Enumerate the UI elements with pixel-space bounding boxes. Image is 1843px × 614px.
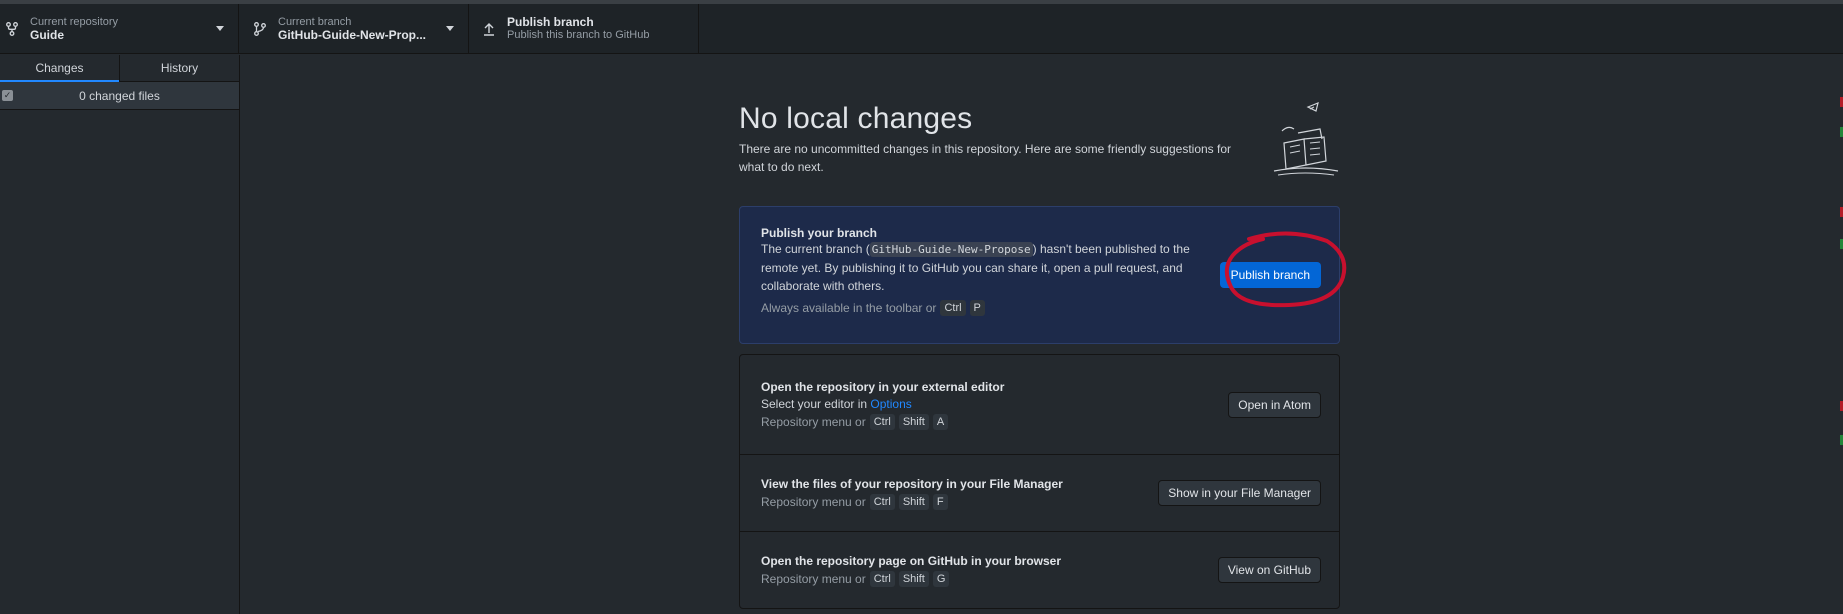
blank-slate: No local changes There are no uncommitte… <box>739 55 1347 609</box>
github-browser-row: Open the repository page on GitHub in yo… <box>740 532 1339 608</box>
tab-history[interactable]: History <box>120 55 239 81</box>
open-in-atom-button[interactable]: Open in Atom <box>1228 391 1321 418</box>
branch-code: GitHub-Guide-New-Propose <box>869 242 1033 257</box>
kbd-ctrl: Ctrl <box>940 300 966 316</box>
tab-changes[interactable]: Changes <box>0 55 120 82</box>
publish-desc-before: The current branch ( <box>761 242 870 256</box>
publish-branch-toolbar-button[interactable]: Publish branch Publish this branch to Gi… <box>469 4 699 53</box>
publish-card-description: The current branch (GitHub-Guide-New-Pro… <box>761 240 1196 295</box>
kbd-ctrl: Ctrl <box>869 413 895 430</box>
upload-arrow-icon <box>481 21 497 37</box>
sidebar: Changes History ✓ 0 changed files <box>0 55 240 614</box>
view-on-github-button[interactable]: View on GitHub <box>1217 557 1321 583</box>
toolbar: Current repository Guide Current branch … <box>0 4 1843 54</box>
publish-sublabel: Publish this branch to GitHub <box>507 28 650 41</box>
repo-fork-icon <box>4 21 20 37</box>
kbd-shift: Shift <box>898 570 929 587</box>
show-in-file-manager-button[interactable]: Show in your File Manager <box>1158 480 1321 506</box>
window-edge-markers <box>1837 55 1843 614</box>
paper-stack-illustration <box>1273 102 1339 176</box>
sidebar-tabs: Changes History <box>0 55 239 82</box>
git-branch-icon <box>252 21 268 37</box>
github-browser-hint-text: Repository menu or <box>761 571 866 586</box>
kbd-g: G <box>932 570 950 587</box>
chevron-down-icon <box>216 26 224 31</box>
kbd-f: F <box>932 493 948 510</box>
kbd-shift: Shift <box>898 413 929 430</box>
external-editor-hint-text: Repository menu or <box>761 414 866 429</box>
current-repository-dropdown[interactable]: Current repository Guide <box>0 4 239 53</box>
page-title: No local changes <box>739 102 973 135</box>
kbd-ctrl: Ctrl <box>869 493 895 510</box>
file-manager-hint-text: Repository menu or <box>761 494 866 509</box>
publish-label: Publish branch <box>507 14 594 29</box>
main-panel: No local changes There are no uncommitte… <box>241 55 1843 614</box>
suggestions-list: Open the repository in your external edi… <box>739 354 1340 609</box>
changed-files-count: 0 changed files <box>79 88 160 103</box>
kbd-a: A <box>932 413 949 430</box>
options-link[interactable]: Options <box>870 397 911 411</box>
repository-name: Guide <box>30 27 65 42</box>
branch-name: GitHub-Guide-New-Prop... <box>278 27 426 42</box>
red-annotation-circle <box>1224 231 1347 308</box>
kbd-p: P <box>969 300 985 316</box>
external-editor-desc-text: Select your editor in <box>761 396 871 411</box>
kbd-ctrl: Ctrl <box>869 570 895 587</box>
publish-hint-text: Always available in the toolbar or <box>761 301 937 315</box>
repository-label: Current repository <box>30 15 119 28</box>
publish-branch-card: Publish your branch The current branch (… <box>739 206 1347 344</box>
changes-header: ✓ 0 changed files <box>0 82 239 110</box>
external-editor-row: Open the repository in your external edi… <box>740 355 1339 455</box>
file-manager-row: View the files of your repository in you… <box>740 455 1339 532</box>
chevron-down-icon <box>446 26 454 31</box>
kbd-shift: Shift <box>898 493 929 510</box>
page-subtitle: There are no uncommitted changes in this… <box>739 142 1232 174</box>
branch-label: Current branch <box>278 15 352 28</box>
current-branch-dropdown[interactable]: Current branch GitHub-Guide-New-Prop... <box>239 4 469 53</box>
